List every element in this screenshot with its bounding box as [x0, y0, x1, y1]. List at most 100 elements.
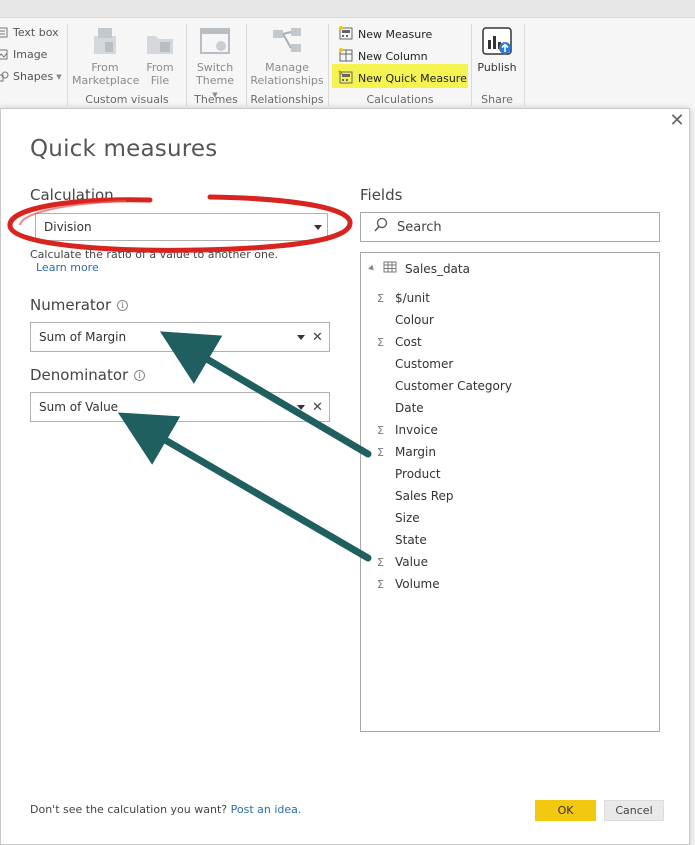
field-item[interactable]: Σ Margin — [377, 442, 436, 462]
field-label: Colour — [395, 313, 434, 327]
field-item[interactable]: Customer — [377, 354, 453, 374]
calculation-description: Calculate the ratio of a value to anothe… — [30, 248, 279, 274]
info-icon: i — [134, 369, 146, 381]
search-icon — [373, 217, 389, 237]
learn-more-link[interactable]: Learn more — [36, 261, 99, 274]
chevron-down-icon — [297, 405, 305, 410]
text-box-label: Text box — [13, 26, 59, 39]
denominator-value: Sum of Value — [39, 400, 119, 414]
ribbon: Text box Image Shapes ▼ From Marketplace… — [0, 0, 695, 112]
field-item[interactable]: Σ Cost — [377, 332, 422, 352]
manage-relationships-line2: Relationships — [250, 74, 324, 87]
chevron-down-icon: ▼ — [56, 72, 62, 81]
image-button[interactable]: Image — [0, 48, 47, 61]
table-column-icon — [338, 48, 354, 65]
field-label: Customer — [395, 357, 454, 371]
field-item[interactable]: State — [377, 530, 427, 550]
close-icon[interactable]: ✕ — [668, 112, 686, 130]
from-marketplace-line2: Marketplace — [72, 74, 140, 87]
publish-icon — [481, 26, 513, 58]
info-icon: i — [117, 299, 129, 311]
field-label: Size — [395, 511, 420, 525]
denominator-select[interactable]: Sum of Value ✕ — [30, 392, 330, 422]
field-label: Invoice — [395, 423, 438, 437]
field-item[interactable]: Σ $/unit — [377, 288, 430, 308]
numerator-value: Sum of Margin — [39, 330, 127, 344]
image-label: Image — [13, 48, 48, 61]
custom-visuals-group-label: Custom visuals — [85, 93, 169, 106]
themes-group-label: Themes — [194, 93, 238, 106]
search-placeholder: Search — [397, 219, 442, 235]
ribbon-separator — [328, 24, 329, 106]
new-column-button[interactable]: New Column — [338, 48, 428, 65]
field-label: Sales Rep — [395, 489, 454, 503]
sigma-icon: Σ — [377, 577, 384, 591]
field-item[interactable]: Σ Value — [377, 552, 428, 572]
shapes-icon — [0, 70, 10, 83]
ribbon-separator — [186, 24, 187, 106]
shapes-button[interactable]: Shapes ▼ — [0, 70, 62, 83]
field-item[interactable]: Size — [377, 508, 420, 528]
denominator-label: Denominator i — [30, 366, 146, 384]
image-icon — [0, 48, 10, 61]
field-item[interactable]: Colour — [377, 310, 434, 330]
cancel-button[interactable]: Cancel — [604, 800, 664, 821]
calculation-label: Calculation — [30, 186, 114, 204]
folder-icon — [144, 26, 176, 58]
field-item[interactable]: Sales Rep — [377, 486, 454, 506]
field-item[interactable]: Customer Category — [377, 376, 512, 396]
fields-search-input[interactable]: Search — [360, 212, 660, 242]
fields-label: Fields — [360, 186, 403, 204]
from-marketplace-button[interactable]: From Marketplace — [72, 26, 140, 87]
new-measure-label: New Measure — [358, 28, 433, 41]
switch-theme-button[interactable]: Switch Theme ▼ — [192, 26, 238, 102]
share-group-label: Share — [481, 93, 513, 106]
field-label: Margin — [395, 445, 436, 459]
clear-icon[interactable]: ✕ — [312, 401, 323, 414]
field-label: Volume — [395, 577, 440, 591]
from-marketplace-line1: From — [91, 61, 119, 74]
new-measure-button[interactable]: New Measure — [338, 26, 432, 43]
text-box-button[interactable]: Text box — [0, 26, 59, 39]
ok-button[interactable]: OK — [535, 800, 596, 821]
manage-relationships-button[interactable]: Manage Relationships — [250, 26, 324, 87]
ribbon-separator — [246, 24, 247, 106]
calculation-select[interactable]: Division — [35, 213, 328, 241]
publish-button[interactable]: Publish — [474, 26, 520, 74]
relationships-group-label: Relationships — [250, 93, 324, 106]
ribbon-separator — [524, 24, 525, 106]
relationships-icon — [271, 26, 303, 58]
sigma-icon: Σ — [377, 291, 384, 305]
field-label: Product — [395, 467, 441, 481]
from-file-button[interactable]: From File — [141, 26, 179, 87]
sigma-icon: Σ — [377, 445, 384, 459]
theme-icon — [199, 26, 231, 58]
new-quick-measure-label: New Quick Measure — [358, 72, 467, 85]
post-an-idea-link[interactable]: Post an idea. — [231, 803, 302, 816]
table-name: Sales_data — [405, 261, 470, 276]
field-item[interactable]: Date — [377, 398, 424, 418]
ribbon-tab-strip — [0, 0, 695, 18]
table-node-sales-data[interactable]: Sales_data — [368, 261, 470, 276]
manage-relationships-line1: Manage — [265, 61, 309, 74]
ribbon-separator — [67, 24, 68, 106]
new-column-label: New Column — [358, 50, 428, 63]
publish-label: Publish — [477, 61, 517, 74]
field-item[interactable]: Σ Volume — [377, 574, 440, 594]
text-box-icon — [0, 26, 10, 39]
field-item[interactable]: Σ Invoice — [377, 420, 438, 440]
calculations-group-label: Calculations — [366, 93, 434, 106]
numerator-select[interactable]: Sum of Margin ✕ — [30, 322, 330, 352]
marketplace-icon — [88, 26, 122, 58]
field-label: Value — [395, 555, 428, 569]
sigma-icon: Σ — [377, 555, 384, 569]
chevron-down-icon — [297, 335, 305, 340]
clear-icon[interactable]: ✕ — [312, 331, 323, 344]
from-file-line2: File — [150, 74, 170, 87]
new-quick-measure-button[interactable]: New Quick Measure — [338, 70, 467, 87]
field-item[interactable]: Product — [377, 464, 441, 484]
numerator-label: Numerator i — [30, 296, 129, 314]
expand-icon[interactable] — [368, 264, 376, 273]
shapes-label: Shapes — [13, 70, 54, 83]
quick-measure-icon — [338, 70, 354, 87]
